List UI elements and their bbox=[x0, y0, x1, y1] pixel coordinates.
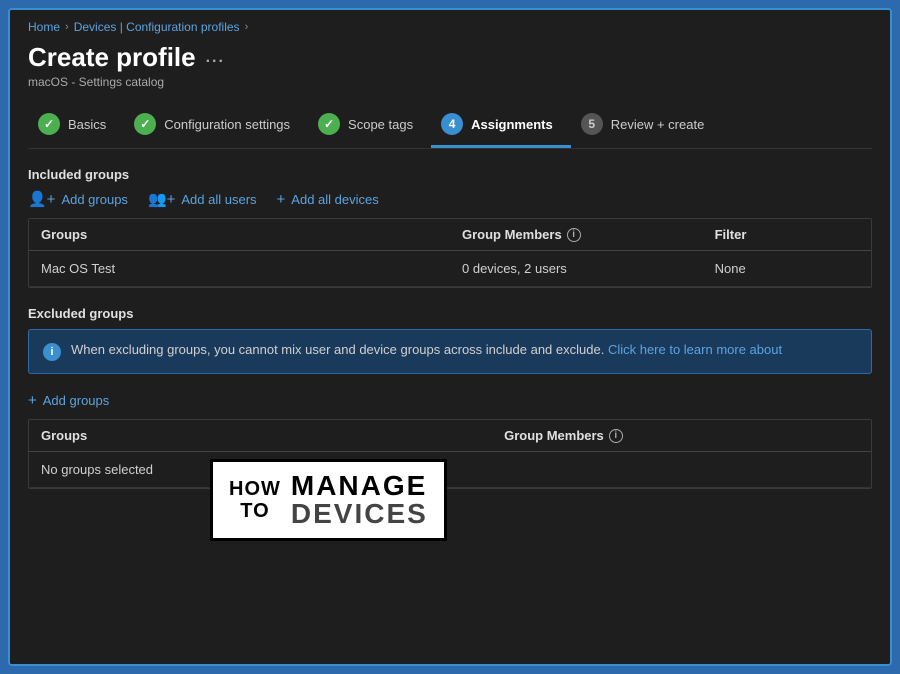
step-label-config: Configuration settings bbox=[164, 117, 290, 132]
members-info-icon-excluded[interactable]: i bbox=[609, 429, 623, 443]
step-label-scope: Scope tags bbox=[348, 117, 413, 132]
breadcrumb: Home › Devices | Configuration profiles … bbox=[28, 20, 872, 34]
page-subtitle: macOS - Settings catalog bbox=[28, 75, 872, 89]
wizard-bar: ✓ Basics ✓ Configuration settings ✓ Scop… bbox=[28, 103, 872, 149]
group-filter-cell: None bbox=[703, 251, 871, 287]
step-icon-basics: ✓ bbox=[38, 113, 60, 135]
add-groups-button-excluded[interactable]: + Add groups bbox=[28, 392, 109, 409]
col-header-members-excluded: Group Members i bbox=[504, 428, 859, 443]
wm-how: HOW bbox=[229, 478, 281, 500]
page-title: Create profile bbox=[28, 42, 196, 73]
add-all-devices-icon: + bbox=[277, 191, 286, 208]
step-label-assignments: Assignments bbox=[471, 117, 553, 132]
included-groups-table-section: Groups Group Members i Filter bbox=[28, 218, 872, 288]
info-bar-text: When excluding groups, you cannot mix us… bbox=[71, 342, 782, 357]
excluded-group-members-cell bbox=[492, 452, 871, 488]
excluded-groups-table-section: Groups Group Members i No groups bbox=[28, 419, 872, 489]
step-icon-config: ✓ bbox=[134, 113, 156, 135]
add-groups-label-excluded: Add groups bbox=[43, 393, 110, 408]
wizard-step-basics[interactable]: ✓ Basics bbox=[28, 103, 124, 148]
included-groups-label: Included groups bbox=[28, 167, 872, 182]
more-options-icon[interactable]: ... bbox=[206, 49, 225, 67]
table-row: No groups selected bbox=[29, 452, 871, 488]
group-name-cell: Mac OS Test bbox=[29, 251, 450, 287]
wizard-step-config[interactable]: ✓ Configuration settings bbox=[124, 103, 308, 148]
step-label-review: Review + create bbox=[611, 117, 705, 132]
add-all-users-label: Add all users bbox=[181, 192, 256, 207]
table-row: Mac OS Test 0 devices, 2 users None bbox=[29, 251, 871, 287]
info-icon: i bbox=[43, 343, 61, 361]
wm-to: TO bbox=[240, 500, 269, 522]
step-icon-scope: ✓ bbox=[318, 113, 340, 135]
breadcrumb-middle[interactable]: Devices | Configuration profiles bbox=[74, 20, 240, 34]
wizard-step-scope[interactable]: ✓ Scope tags bbox=[308, 103, 431, 148]
breadcrumb-home[interactable]: Home bbox=[28, 20, 60, 34]
group-members-cell: 0 devices, 2 users bbox=[450, 251, 703, 287]
info-link[interactable]: Click here to learn more about bbox=[608, 342, 782, 357]
excluded-groups-info-bar: i When excluding groups, you cannot mix … bbox=[28, 329, 872, 374]
members-info-icon-included[interactable]: i bbox=[567, 228, 581, 242]
add-groups-icon: 👤+ bbox=[28, 190, 55, 208]
main-content: Included groups 👤+ Add groups 👥+ Add all… bbox=[10, 149, 890, 664]
page-title-row: Create profile ... bbox=[28, 42, 872, 73]
add-groups-label-included: Add groups bbox=[61, 192, 128, 207]
watermark-overlay: HOW TO MANAGE DEVICES bbox=[210, 459, 447, 541]
step-icon-review: 5 bbox=[581, 113, 603, 135]
add-all-users-button[interactable]: 👥+ Add all users bbox=[148, 190, 257, 208]
col-header-members-included: Group Members i bbox=[462, 227, 691, 242]
add-groups-icon-excluded: + bbox=[28, 392, 37, 409]
wizard-step-review[interactable]: 5 Review + create bbox=[571, 103, 723, 148]
included-groups-action-row: 👤+ Add groups 👥+ Add all users + Add all… bbox=[28, 190, 872, 208]
excluded-groups-label: Excluded groups bbox=[28, 306, 872, 321]
excluded-groups-action-row: + Add groups bbox=[28, 392, 872, 409]
col-header-groups-included: Groups bbox=[41, 227, 438, 242]
excluded-groups-table: Groups Group Members i No groups bbox=[29, 420, 871, 488]
wm-manage: MANAGE bbox=[291, 472, 428, 500]
col-header-filter: Filter bbox=[703, 219, 871, 251]
add-groups-button-included[interactable]: 👤+ Add groups bbox=[28, 190, 128, 208]
breadcrumb-sep1: › bbox=[65, 21, 69, 33]
step-label-basics: Basics bbox=[68, 117, 106, 132]
wm-devices: DEVICES bbox=[291, 500, 428, 528]
wizard-step-assignments[interactable]: 4 Assignments bbox=[431, 103, 571, 148]
add-all-devices-button[interactable]: + Add all devices bbox=[277, 191, 379, 208]
breadcrumb-sep2: › bbox=[245, 21, 249, 33]
included-groups-table: Groups Group Members i Filter bbox=[29, 219, 871, 287]
step-icon-assignments: 4 bbox=[441, 113, 463, 135]
add-all-users-icon: 👥+ bbox=[148, 190, 175, 208]
add-all-devices-label: Add all devices bbox=[291, 192, 378, 207]
col-header-groups-excluded: Groups bbox=[41, 428, 480, 443]
